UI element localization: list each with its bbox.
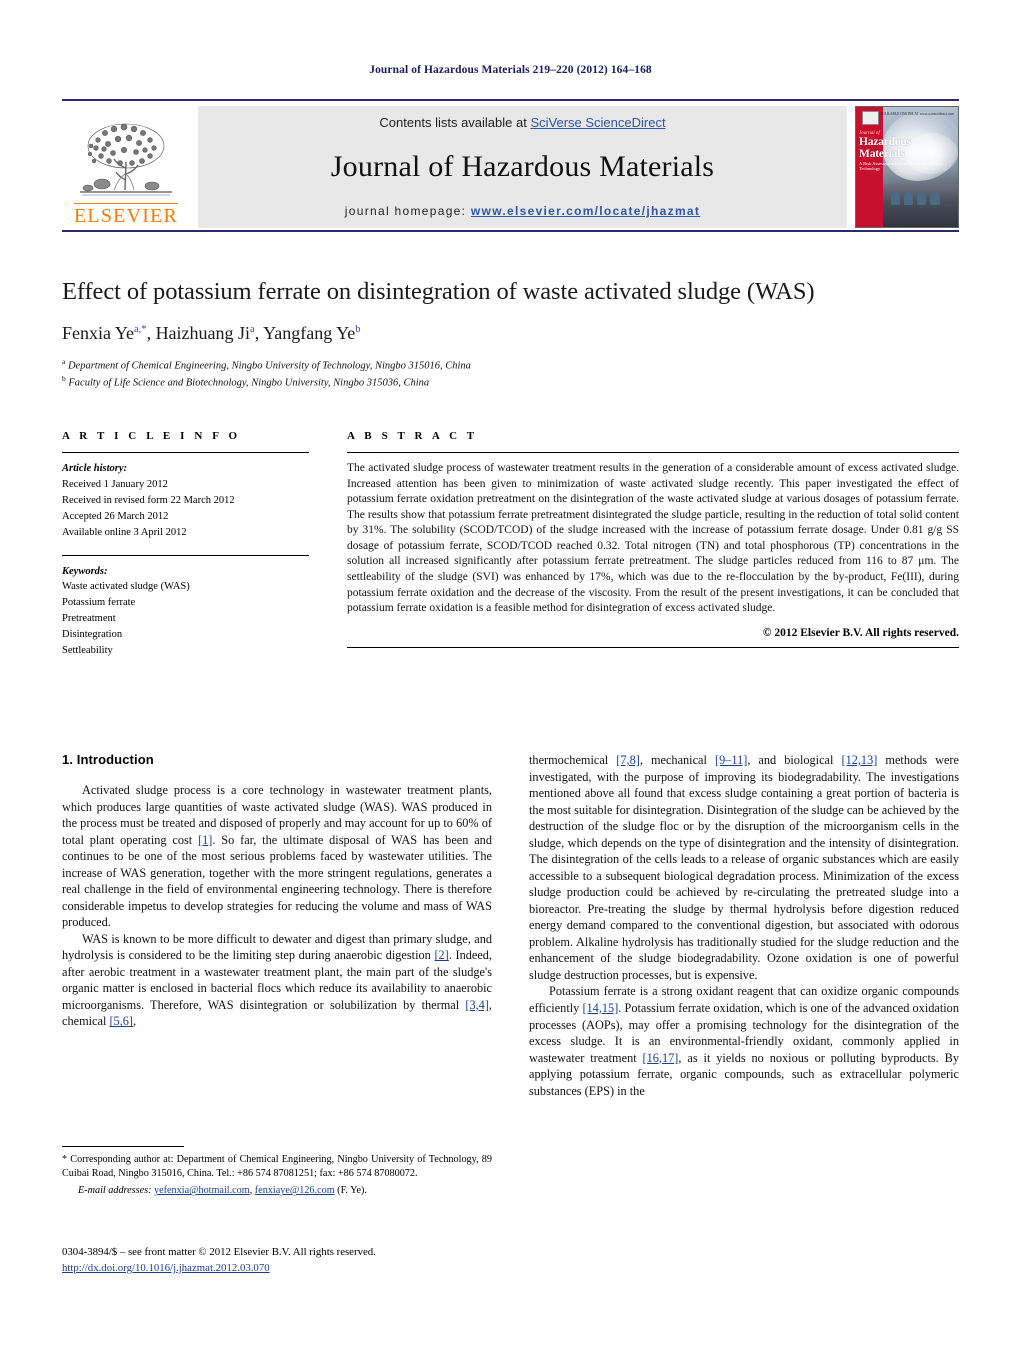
article-page: Journal of Hazardous Materials 219–220 (…	[0, 0, 1021, 1351]
abstract-column: A B S T R A C T The activated sludge pro…	[347, 430, 959, 659]
paragraph: Potassium ferrate is a strong oxidant re…	[529, 984, 960, 1098]
cover-corner-note: AVAILABLE ONLINE AT www.sciencedirect.co…	[879, 111, 954, 116]
citation-link[interactable]: [1]	[198, 833, 212, 847]
contents-available-line: Contents lists available at SciVerse Sci…	[379, 115, 665, 130]
masthead-center-panel: Contents lists available at SciVerse Sci…	[198, 106, 847, 228]
masthead-top-rule	[62, 99, 959, 101]
author-marks-3: b	[355, 323, 361, 335]
keyword-item: Disintegration	[62, 629, 123, 641]
citation-link[interactable]: [14,15]	[582, 1001, 618, 1015]
masthead-bottom-rule	[62, 230, 959, 232]
masthead-body: ELSEVIER Contents lists available at Sci…	[62, 106, 959, 228]
section-heading-introduction: 1. Introduction	[62, 752, 154, 767]
elsevier-wordmark: ELSEVIER	[74, 203, 179, 227]
author-name-2: Haizhuang Ji	[155, 322, 251, 343]
affiliation-b: b Faculty of Life Science and Biotechnol…	[62, 374, 959, 391]
abstract-rule	[347, 452, 959, 453]
abstract-text: The activated sludge process of wastewat…	[347, 462, 959, 615]
citation-link[interactable]: [12,13]	[841, 753, 877, 767]
author-name-1: Fenxia Ye	[62, 322, 135, 343]
article-history-head: Article history:	[62, 463, 128, 474]
article-info-label: A R T I C L E I N F O	[62, 430, 241, 442]
keywords-head: Keywords:	[62, 565, 108, 577]
article-history-item: Received in revised form 22 March 2012	[62, 494, 235, 506]
cover-tank-2	[903, 192, 914, 206]
article-history-item: Accepted 26 March 2012	[62, 510, 169, 522]
cover-tank-1	[890, 192, 900, 206]
doi-link[interactable]: http://dx.doi.org/10.1016/j.jhazmat.2012…	[62, 1262, 270, 1274]
citation-link[interactable]: [5,6]	[109, 1014, 133, 1028]
paragraph: WAS is known to be more difficult to dew…	[62, 931, 493, 1029]
cover-subtitle: A Risk Assessment Journal for Environmen…	[859, 161, 943, 171]
cover-tank-4	[930, 192, 940, 206]
title-block: Effect of potassium ferrate on disintegr…	[62, 278, 959, 391]
citation-link[interactable]: [2]	[434, 948, 448, 962]
cover-title: Hazardous Materials	[859, 136, 911, 160]
cover-title-block: Journal of Hazardous Materials A Risk As…	[859, 131, 953, 171]
abstract-copyright: © 2012 Elsevier B.V. All rights reserved…	[762, 626, 959, 639]
journal-masthead: ELSEVIER Contents lists available at Sci…	[62, 99, 959, 232]
info-abstract-region: A R T I C L E I N F O Article history: R…	[62, 430, 959, 659]
email-link-1[interactable]: yefenxia@hotmail.com	[154, 1185, 250, 1196]
homepage-prefix: journal homepage:	[344, 204, 471, 218]
corresponding-author-footnote: * Corresponding author at: Department of…	[62, 1146, 492, 1199]
keyword-item: Settleability	[62, 645, 113, 657]
citation-link[interactable]: [16,17]	[643, 1051, 679, 1065]
article-history-item: Available online 3 April 2012	[62, 526, 187, 538]
abstract-bottom-rule	[347, 646, 959, 648]
affiliation-mark-b: b	[62, 373, 66, 383]
imprint-block: 0304-3894/$ – see front matter © 2012 El…	[62, 1245, 532, 1276]
affiliation-text-a: Department of Chemical Engineering, Ning…	[67, 360, 471, 371]
elsevier-logo: ELSEVIER	[62, 106, 190, 228]
article-history-item: Received 1 January 2012	[62, 478, 168, 490]
affiliation-text-b: Faculty of Life Science and Biotechnolog…	[68, 377, 430, 389]
page-title: Effect of potassium ferrate on disintegr…	[62, 278, 815, 305]
running-head: Journal of Hazardous Materials 219–220 (…	[369, 64, 652, 76]
keyword-item: Pretreatment	[62, 613, 116, 625]
author-list: Fenxia Yea,*, Haizhuang Jia, Yangfang Ye…	[62, 322, 361, 343]
cover-tank-3	[917, 192, 927, 206]
email-link-2[interactable]: fenxiaye@126.com	[255, 1185, 335, 1196]
keyword-item: Potassium ferrate	[62, 597, 136, 609]
paragraph: Activated sludge process is a core techn…	[62, 783, 492, 930]
body-columns: 1. Introduction Activated sludge process…	[62, 752, 959, 1099]
body-column-left: 1. Introduction Activated sludge process…	[62, 752, 492, 1099]
journal-homepage-line: journal homepage: www.elsevier.com/locat…	[345, 204, 700, 218]
keywords-rule	[62, 554, 309, 556]
citation-link[interactable]: [3,4]	[465, 998, 489, 1012]
journal-title: Journal of Hazardous Materials	[330, 150, 715, 183]
email-label: E-mail addresses:	[78, 1185, 152, 1197]
footnote-corresponding-text: * Corresponding author at: Department of…	[62, 1154, 492, 1180]
citation-link[interactable]: [9–11]	[715, 753, 747, 767]
email-suffix: (F. Ye).	[337, 1185, 367, 1197]
issn-copyright-line: 0304-3894/$ – see front matter © 2012 El…	[62, 1246, 376, 1258]
journal-cover-thumbnail: AVAILABLE ONLINE AT www.sciencedirect.co…	[855, 106, 959, 228]
sciencedirect-link[interactable]: SciVerse ScienceDirect	[530, 115, 665, 130]
body-column-right: thermochemical [7,8], mechanical [9–11],…	[529, 752, 959, 1099]
citation-link[interactable]: [7,8]	[616, 753, 640, 767]
footnote-rule	[62, 1146, 184, 1147]
contents-prefix: Contents lists available at	[379, 115, 531, 130]
cover-industrial-plant	[880, 183, 958, 227]
author-name-3: Yangfang Ye	[263, 322, 356, 343]
paragraph: thermochemical [7,8], mechanical [9–11],…	[529, 753, 959, 982]
keyword-item: Waste activated sludge (WAS)	[62, 581, 190, 593]
cover-elsevier-mark-icon	[862, 110, 880, 125]
article-info-rule	[62, 452, 309, 453]
affiliation-mark-a: a	[62, 356, 66, 366]
elsevier-tree-icon	[80, 123, 172, 196]
author-marks-2: a	[250, 323, 255, 335]
article-info-column: A R T I C L E I N F O Article history: R…	[62, 430, 309, 659]
footnote-email-line: E-mail addresses: yefenxia@hotmail.com, …	[78, 1185, 367, 1197]
journal-homepage-link[interactable]: www.elsevier.com/locate/jhazmat	[471, 204, 700, 218]
affiliation-a: a Department of Chemical Engineering, Ni…	[62, 357, 959, 374]
author-marks-1: a,*	[134, 323, 147, 335]
affiliation-list: a Department of Chemical Engineering, Ni…	[62, 357, 959, 392]
abstract-label: A B S T R A C T	[347, 430, 478, 442]
